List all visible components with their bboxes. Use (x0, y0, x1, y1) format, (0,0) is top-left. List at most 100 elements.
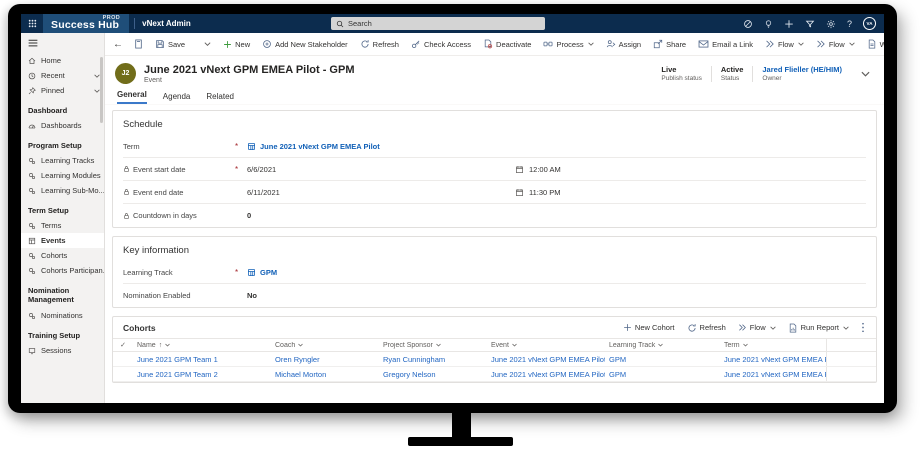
learning-track-lookup-link[interactable]: GPM (260, 268, 277, 277)
grid-cell-learning-track[interactable]: GPM (605, 370, 720, 379)
process-button[interactable]: Process (538, 36, 598, 52)
back-button[interactable]: ← (111, 36, 127, 53)
sidebar-item-nominations[interactable]: Nominations (21, 308, 104, 323)
lock-icon (123, 165, 130, 173)
slashed-circle-icon[interactable] (743, 19, 753, 29)
sidebar-item-learning-sub-modules[interactable]: Learning Sub-Mo... (21, 183, 104, 198)
grid-overflow-button[interactable] (856, 320, 870, 335)
button-label: Check Access (424, 40, 471, 49)
sidebar-item-sessions[interactable]: Sessions (21, 343, 104, 358)
column-header-event[interactable]: Event (487, 342, 605, 349)
owner-link[interactable]: Jared Flieller (HE/HIM) (762, 65, 842, 74)
check-access-button[interactable]: Check Access (406, 36, 476, 52)
sidebar-item-dashboards[interactable]: Dashboards (21, 118, 104, 133)
app-launcher-waffle-icon[interactable] (21, 14, 43, 33)
grid-cell-coach[interactable]: Oren Ryngler (271, 355, 379, 364)
flow-button-2[interactable]: Flow (811, 36, 860, 52)
grid-refresh-button[interactable]: Refresh (682, 321, 731, 335)
button-label: Add New Stakeholder (275, 40, 348, 49)
column-header-learning-track[interactable]: Learning Track (605, 342, 720, 349)
chevron-down-icon (512, 343, 517, 347)
flow-button[interactable]: Flow (760, 36, 809, 52)
time-value[interactable]: 11:30 PM (529, 188, 561, 197)
sidebar-item-learning-tracks[interactable]: Learning Tracks (21, 153, 104, 168)
share-button[interactable]: Share (648, 36, 691, 52)
assign-button[interactable]: Assign (601, 36, 647, 52)
save-split-chevron[interactable] (198, 39, 216, 49)
field-label-text: Event start date (133, 165, 186, 174)
field-label: Term (123, 142, 235, 151)
grid-cell-term[interactable]: June 2021 vNext GPM EMEA Pilot (720, 355, 826, 364)
tab-general[interactable]: General (117, 90, 147, 104)
date-value[interactable]: 6/6/2021 (247, 165, 515, 174)
column-header-term[interactable]: Term (720, 342, 826, 349)
chevron-down-icon (165, 343, 170, 347)
grid-row-2[interactable]: June 2021 GPM Team 2 Michael Morton Greg… (113, 367, 876, 382)
sidebar-item-cohorts[interactable]: Cohorts (21, 248, 104, 263)
user-avatar[interactable]: VA (863, 17, 876, 30)
grid-cell-name[interactable]: June 2021 GPM Team 1 (133, 355, 271, 364)
deactivate-button[interactable]: Deactivate (478, 36, 536, 52)
grid-cell-project-sponsor[interactable]: Ryan Cunningham (379, 355, 487, 364)
grid-cell-project-sponsor[interactable]: Gregory Nelson (379, 370, 487, 379)
countdown-value: 0 (247, 211, 251, 220)
search-input[interactable] (348, 19, 528, 28)
gear-icon[interactable] (826, 19, 836, 29)
new-cohort-button[interactable]: New Cohort (618, 321, 680, 334)
button-label: Flow (829, 40, 845, 49)
email-link-button[interactable]: Email a Link (693, 36, 758, 52)
column-header-project-sponsor[interactable]: Project Sponsor (379, 342, 487, 349)
filter-icon[interactable] (805, 19, 815, 29)
word-templates-button[interactable]: Word Templates (862, 36, 884, 52)
sidebar-item-pinned[interactable]: Pinned (21, 83, 104, 98)
column-label: Name (137, 342, 156, 349)
column-header-coach[interactable]: Coach (271, 342, 379, 349)
grid-flow-button[interactable]: Flow (733, 321, 781, 334)
grid-cell-coach[interactable]: Michael Morton (271, 370, 379, 379)
app-brand[interactable]: PROD Success Hub (43, 14, 129, 33)
record-header: J2 June 2021 vNext GPM EMEA Pilot - GPM … (105, 56, 884, 88)
grid-row-1[interactable]: June 2021 GPM Team 1 Oren Ryngler Ryan C… (113, 352, 876, 367)
grid-cell-event[interactable]: June 2021 vNext GPM EMEA Pilot - GPM (487, 355, 605, 364)
form-switcher-button[interactable] (129, 36, 148, 52)
add-new-stakeholder-button[interactable]: Add New Stakeholder (257, 36, 353, 52)
sidebar-item-label: Recent (41, 71, 65, 80)
refresh-button[interactable]: Refresh (355, 36, 404, 52)
sidebar-item-cohorts-participants[interactable]: Cohorts Participan... (21, 263, 104, 278)
sidebar-item-home[interactable]: Home (21, 53, 104, 68)
nomination-enabled-value[interactable]: No (247, 291, 257, 300)
run-report-button[interactable]: Run Report (783, 321, 854, 335)
flow-icon (816, 39, 826, 49)
lightbulb-icon[interactable] (764, 19, 773, 29)
grid-cell-event[interactable]: June 2021 vNext GPM EMEA Pilot - GPM (487, 370, 605, 379)
sidebar-item-events[interactable]: Events (21, 233, 104, 248)
time-value[interactable]: 12:00 AM (529, 165, 561, 174)
sidebar-item-learning-modules[interactable]: Learning Modules (21, 168, 104, 183)
date-value[interactable]: 6/11/2021 (247, 188, 515, 197)
entity-icon (28, 187, 36, 195)
header-expand-chevron-icon[interactable] (851, 71, 874, 77)
tab-related[interactable]: Related (206, 92, 234, 104)
grid-cell-learning-track[interactable]: GPM (605, 355, 720, 364)
select-all-column[interactable]: ✓ (113, 341, 133, 349)
sidebar-item-recent[interactable]: Recent (21, 68, 104, 83)
field-label-text: Countdown in days (133, 211, 197, 220)
global-search[interactable] (331, 17, 545, 30)
column-header-name[interactable]: Name ↑ (133, 342, 271, 349)
help-icon[interactable]: ? (847, 19, 852, 29)
grid-cell-name[interactable]: June 2021 GPM Team 2 (133, 370, 271, 379)
new-button[interactable]: New (218, 37, 255, 52)
tab-agenda[interactable]: Agenda (163, 92, 191, 104)
sidebar-item-terms[interactable]: Terms (21, 218, 104, 233)
sidebar-group-term-setup: Term Setup (21, 198, 104, 218)
status-label: Status (721, 75, 744, 82)
grid-cell-term[interactable]: June 2021 vNext GPM EMEA Pilot (720, 370, 826, 379)
sidebar-scrollbar[interactable] (100, 57, 103, 123)
button-label: Refresh (373, 40, 399, 49)
sitemap-collapse-icon[interactable] (21, 33, 104, 51)
field-nomination-enabled: Nomination Enabled No (123, 284, 866, 307)
quick-create-plus-icon[interactable] (784, 19, 794, 29)
save-button[interactable]: Save (150, 36, 190, 52)
field-event-start-date: Event start date * 6/6/2021 12:00 AM (123, 158, 866, 181)
term-lookup-link[interactable]: June 2021 vNext GPM EMEA Pilot (260, 142, 380, 151)
